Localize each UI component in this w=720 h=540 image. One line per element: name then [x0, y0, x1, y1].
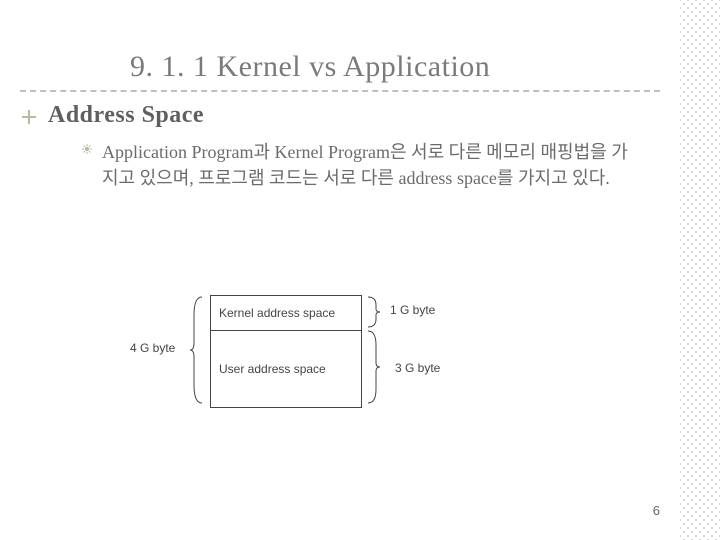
page-number: 6 — [653, 503, 660, 518]
slide-title: 9. 1. 1 Kernel vs Application — [130, 50, 660, 84]
label-total: 4 G byte — [130, 341, 175, 355]
brace-kernel-icon — [366, 295, 380, 329]
user-space-cell: User address space — [211, 331, 361, 407]
kernel-space-cell: Kernel address space — [211, 296, 361, 331]
brace-user-icon — [366, 329, 380, 405]
section-heading: Address Space — [48, 102, 204, 129]
label-user: 3 G byte — [395, 361, 440, 375]
decorative-side-pattern — [680, 0, 720, 540]
title-divider — [20, 90, 660, 92]
body-paragraph: Application Program과 Kernel Program은 서로 … — [102, 139, 642, 191]
bullet-level-1: Address Space — [20, 102, 660, 129]
bullet-level-2: Application Program과 Kernel Program은 서로 … — [82, 139, 660, 191]
address-space-diagram: Kernel address space User address space … — [130, 295, 630, 465]
label-kernel: 1 G byte — [390, 303, 435, 317]
memory-box: Kernel address space User address space — [210, 295, 362, 408]
plus-bullet-icon — [22, 110, 36, 124]
sun-bullet-icon — [82, 144, 92, 154]
brace-total-icon — [190, 295, 204, 405]
slide-content: 9. 1. 1 Kernel vs Application Address Sp… — [20, 50, 660, 191]
